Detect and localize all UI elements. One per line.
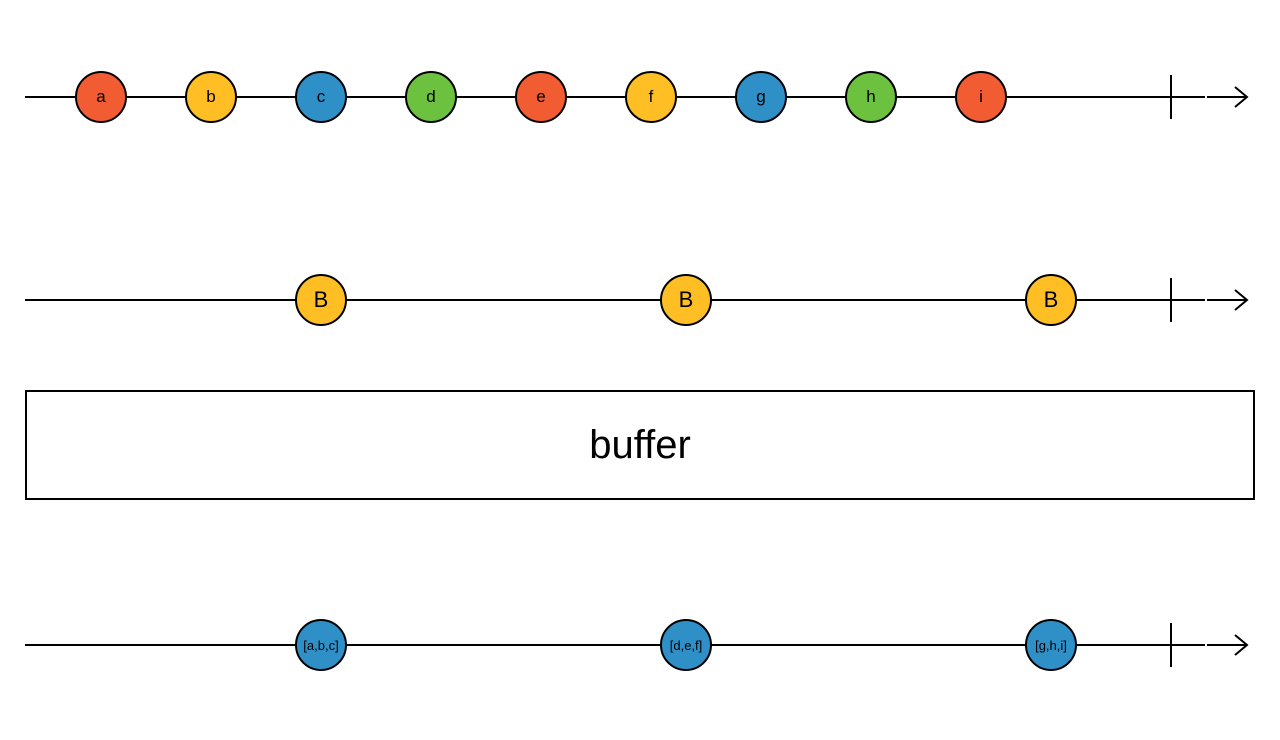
marble-label: B [679,287,694,313]
marble-e: e [515,71,567,123]
marble-label: d [426,87,435,107]
marble-B: B [660,274,712,326]
complete-tick [1170,278,1172,322]
arrow-right-icon [1207,631,1255,659]
boundary-timeline: BBB [25,270,1255,330]
marble-a: a [75,71,127,123]
marble-abc: [a,b,c] [295,619,347,671]
marble-label: B [314,287,329,313]
output-timeline: [a,b,c] [d,e,f] [g,h,i] [25,615,1255,675]
marble-ghi: [g,h,i] [1025,619,1077,671]
marble-c: c [295,71,347,123]
marble-label: [d,e,f] [670,638,703,653]
arrow-right-icon [1207,286,1255,314]
marble-label: g [756,87,765,107]
marble-label: i [979,87,983,107]
input-timeline: a b c d e f g h i [25,67,1255,127]
marble-label: c [317,87,326,107]
marble-i: i [955,71,1007,123]
marble-B: B [1025,274,1077,326]
marble-h: h [845,71,897,123]
complete-tick [1170,75,1172,119]
marble-def: [d,e,f] [660,619,712,671]
operator-label: buffer [589,423,691,468]
marble-label: e [536,87,545,107]
operator-box: buffer [25,390,1255,500]
marble-label: [g,h,i] [1035,638,1067,653]
marble-label: b [206,87,215,107]
marble-d: d [405,71,457,123]
marble-label: [a,b,c] [303,638,338,653]
complete-tick [1170,623,1172,667]
marble-B: B [295,274,347,326]
marble-label: a [96,87,105,107]
marble-f: f [625,71,677,123]
marble-label: h [866,87,875,107]
marble-label: B [1044,287,1059,313]
marble-b: b [185,71,237,123]
marble-label: f [649,87,654,107]
arrow-right-icon [1207,83,1255,111]
marble-g: g [735,71,787,123]
